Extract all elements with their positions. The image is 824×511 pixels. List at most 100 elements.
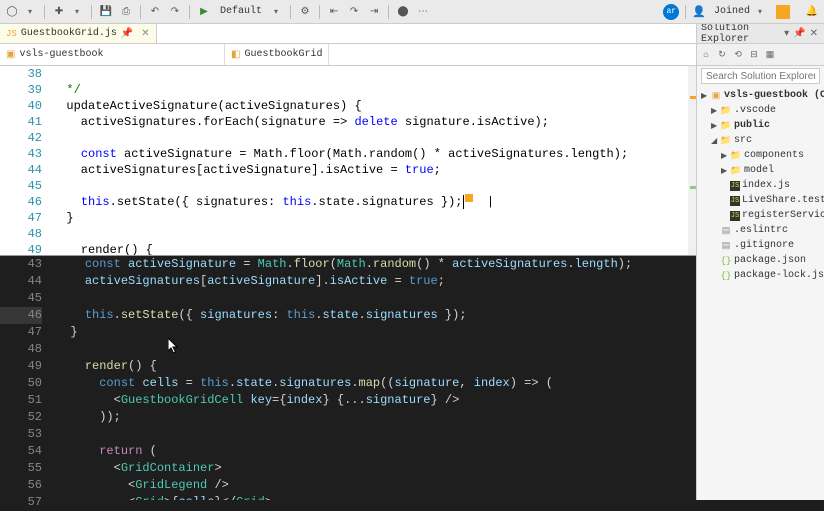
panel-dropdown-icon[interactable]: ▾ (782, 28, 791, 40)
code-line[interactable] (56, 426, 696, 443)
line-number: 39 (0, 82, 42, 98)
save-icon[interactable]: 💾 (98, 4, 114, 20)
code-line[interactable]: */ (52, 82, 696, 98)
step-into-icon[interactable]: ⇤ (326, 4, 342, 20)
tab-pin-icon[interactable]: 📌 (121, 28, 133, 40)
panel-close-icon[interactable]: ✕ (808, 28, 820, 40)
tree-node[interactable]: {}package.json (697, 253, 824, 268)
code-line[interactable] (56, 290, 696, 307)
code-line[interactable]: const activeSignature = Math.floor(Math.… (56, 256, 696, 273)
editor-pane-visualstudio[interactable]: 383940414243444546474849505152 */ update… (0, 66, 696, 256)
toolbar-more-icon[interactable]: ⋯ (415, 4, 431, 20)
breakpoint-icon[interactable]: ⬤ (395, 4, 411, 20)
code-line[interactable]: render() { (52, 242, 696, 255)
code-line[interactable]: <GuestbookGridCell key={index} {...signa… (56, 392, 696, 409)
code-line[interactable]: activeSignatures.forEach(signature => de… (52, 114, 696, 130)
step-out-icon[interactable]: ⇥ (366, 4, 382, 20)
tree-expander-icon[interactable]: ▶ (721, 166, 730, 176)
tree-node[interactable]: JSLiveShare.test.js (697, 193, 824, 208)
code-line[interactable]: activeSignatures[activeSignature].isActi… (52, 162, 696, 178)
debug-config-dropdown[interactable]: ▾ (268, 4, 284, 20)
code-line[interactable]: activeSignatures[activeSignature].isActi… (56, 273, 696, 290)
tree-node[interactable]: ▶📁public (697, 118, 824, 133)
code-line[interactable] (52, 178, 696, 194)
tree-node-label: LiveShare.test.js (740, 195, 824, 206)
nav-back-icon[interactable]: ◯ (4, 4, 20, 20)
undo-icon[interactable]: ↶ (147, 4, 163, 20)
tree-node[interactable]: ▶▣vsls-guestbook (C:\Users (697, 88, 824, 103)
step-over-icon[interactable]: ↷ (346, 4, 362, 20)
line-number: 57 (0, 494, 42, 511)
code-line[interactable]: this.setState({ signatures: this.state.s… (52, 194, 696, 210)
liveshare-dropdown-icon[interactable]: ▾ (752, 4, 768, 20)
debug-config-label[interactable]: Default (216, 6, 266, 17)
tree-expander-icon[interactable]: ▶ (701, 91, 710, 101)
solution-search-container (697, 66, 824, 86)
line-number: 42 (0, 130, 42, 146)
code-line[interactable]: )); (56, 409, 696, 426)
nav-symbol-selector[interactable]: ◧ GuestbookGrid (225, 44, 329, 65)
code-line[interactable]: this.setState({ signatures: this.state.s… (56, 307, 696, 324)
tree-node-label: .eslintrc (732, 225, 788, 236)
tree-node[interactable]: {}package-lock.json (697, 268, 824, 283)
toolbar-tool-icon[interactable]: ⚙ (297, 4, 313, 20)
tree-node[interactable]: ▤.eslintrc (697, 223, 824, 238)
liveshare-user-avatar[interactable]: ar (663, 4, 679, 20)
code-line[interactable] (52, 130, 696, 146)
code-line[interactable]: } (52, 210, 696, 226)
panel-pin-icon[interactable]: 📌 (791, 28, 807, 40)
editor-gutter-dark: 434445464748495051525354555657 (0, 256, 56, 500)
file-tab-guestbookgrid[interactable]: JS GuestbookGrid.js 📌 ✕ (0, 24, 157, 43)
tree-node-label: package-lock.json (732, 270, 824, 281)
code-line[interactable]: <Grid>{cells}</Grid> (56, 494, 696, 500)
start-debug-icon[interactable]: ▶ (196, 4, 212, 20)
sol-sync-icon[interactable]: ⟲ (731, 48, 745, 62)
tree-node[interactable]: ▶📁model (697, 163, 824, 178)
notifications-icon[interactable]: 🔔 (804, 4, 820, 20)
editor-pane-vscode[interactable]: 434445464748495051525354555657 const act… (0, 256, 696, 500)
code-line[interactable]: } (56, 324, 696, 341)
code-line[interactable]: return ( (56, 443, 696, 460)
liveshare-status-icon[interactable]: 👤 (692, 5, 706, 19)
tab-close-icon[interactable]: ✕ (141, 28, 149, 40)
code-line[interactable] (52, 66, 696, 82)
code-line[interactable]: const cells = this.state.signatures.map(… (56, 375, 696, 392)
tree-node-label: model (742, 165, 774, 176)
sol-home-icon[interactable]: ⌂ (699, 48, 713, 62)
scroll-marker-bar[interactable] (688, 66, 696, 255)
code-line[interactable]: <GridContainer> (56, 460, 696, 477)
code-area[interactable]: */ updateActiveSignature(activeSignature… (52, 66, 696, 255)
sol-collapse-icon[interactable]: ⊟ (747, 48, 761, 62)
tree-expander-icon[interactable]: ◢ (711, 136, 720, 146)
code-line[interactable] (56, 341, 696, 358)
code-line[interactable] (52, 226, 696, 242)
tree-node[interactable]: ▶📁components (697, 148, 824, 163)
tree-expander-icon[interactable]: ▶ (721, 151, 730, 161)
code-line[interactable]: render() { (56, 358, 696, 375)
code-area-dark[interactable]: const activeSignature = Math.floor(Math.… (56, 256, 696, 500)
nav-project-selector[interactable]: ▣ vsls-guestbook (0, 44, 225, 65)
tree-node[interactable]: ▶📁.vscode (697, 103, 824, 118)
tree-expander-icon[interactable]: ▶ (711, 106, 720, 116)
solution-search-input[interactable] (701, 68, 820, 84)
nav-back-dropdown[interactable]: ▾ (22, 4, 38, 20)
redo-icon[interactable]: ↷ (167, 4, 183, 20)
code-line[interactable]: <GridLegend /> (56, 477, 696, 494)
line-number: 53 (0, 426, 42, 443)
project-icon: ▣ (6, 49, 15, 61)
sol-refresh-icon[interactable]: ↻ (715, 48, 729, 62)
tree-expander-icon[interactable]: ▶ (711, 121, 720, 131)
sol-showall-icon[interactable]: ▦ (763, 48, 777, 62)
tree-node[interactable]: ▤.gitignore (697, 238, 824, 253)
new-item-icon[interactable]: ✚ (51, 4, 67, 20)
code-line[interactable]: const activeSignature = Math.floor(Math.… (52, 146, 696, 162)
save-all-icon[interactable]: ⎙ (118, 4, 134, 20)
code-line[interactable]: updateActiveSignature(activeSignatures) … (52, 98, 696, 114)
tree-node[interactable]: ◢📁src (697, 133, 824, 148)
line-number: 45 (0, 178, 42, 194)
line-number: 44 (0, 273, 42, 290)
tree-node[interactable]: JSindex.js (697, 178, 824, 193)
tree-node[interactable]: JSregisterServiceWor (697, 208, 824, 223)
new-item-dropdown[interactable]: ▾ (69, 4, 85, 20)
liveshare-participant-badge[interactable] (776, 5, 790, 19)
